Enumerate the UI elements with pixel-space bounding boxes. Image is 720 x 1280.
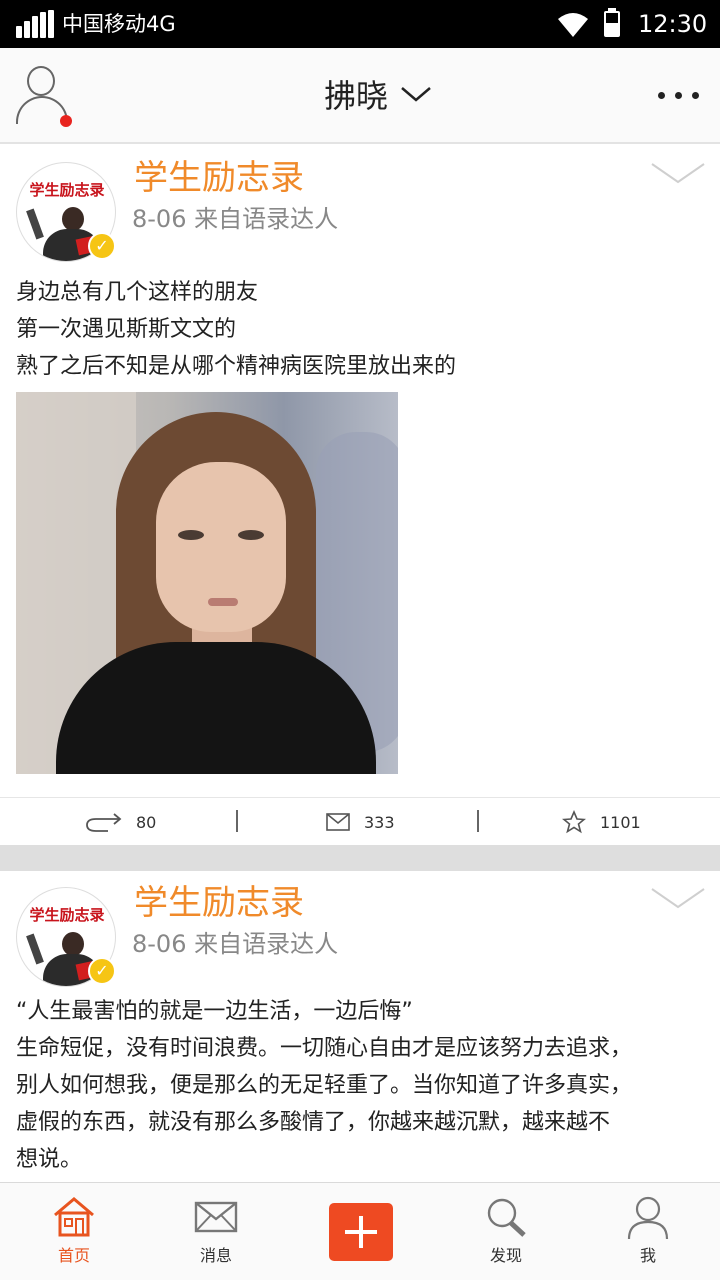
battery-icon xyxy=(604,8,620,37)
post-line: 生命短促，没有时间浪费。一切随心自由才是应该努力去追求， xyxy=(16,1036,633,1061)
nav-discover[interactable]: 发现 xyxy=(456,1183,556,1280)
comment-count: 333 xyxy=(364,812,395,832)
user-icon xyxy=(627,1196,669,1239)
status-time: 12:30 xyxy=(638,10,708,38)
profile-icon[interactable] xyxy=(14,62,72,128)
top-header: 拂晓 xyxy=(0,48,720,144)
like-button[interactable]: 1101 xyxy=(562,798,641,846)
nav-discover-label: 发现 xyxy=(489,1246,522,1265)
divider xyxy=(236,810,238,832)
post-line: 虚假的东西，就没有那么多酸情了，你越来越沉默，越来越不 xyxy=(16,1110,611,1135)
chevron-down-icon[interactable] xyxy=(400,84,432,104)
chevron-down-icon[interactable] xyxy=(650,885,706,911)
post-meta: 8-06 来自语录达人 xyxy=(132,205,339,233)
post-image[interactable] xyxy=(16,392,398,774)
nav-messages[interactable]: 消息 xyxy=(166,1183,266,1280)
post-meta: 8-06 来自语录达人 xyxy=(132,930,339,958)
more-icon[interactable] xyxy=(656,92,702,100)
star-icon xyxy=(562,810,586,834)
carrier-name: 中国移动4G xyxy=(62,12,176,36)
repost-button[interactable]: 80 xyxy=(84,798,156,846)
nav-me[interactable]: 我 xyxy=(598,1183,698,1280)
bottom-nav: 首页 消息 发现 我 xyxy=(0,1182,720,1280)
post-text: “人生最害怕的就是一边生活，一边后悔” 生命短促，没有时间浪费。一切随心自由才是… xyxy=(16,993,706,1178)
comment-icon xyxy=(326,813,350,831)
comment-button[interactable]: 333 xyxy=(326,798,395,846)
nav-me-label: 我 xyxy=(639,1246,656,1265)
post-actions: 80 333 1101 xyxy=(0,797,720,845)
post-line: 想说。 xyxy=(16,1147,83,1172)
feed-divider xyxy=(0,845,720,871)
like-count: 1101 xyxy=(600,812,641,832)
mail-icon xyxy=(194,1201,238,1233)
group-title[interactable]: 拂晓 xyxy=(324,76,388,116)
status-bar: 中国移动4G 12:30 xyxy=(0,0,720,48)
verified-icon: ✓ xyxy=(88,232,116,260)
post-card[interactable]: 学生励志录 ✓ 学生励志录 8-06 来自语录达人 “人生最害怕的就是一边生活，… xyxy=(0,871,720,1182)
nav-home[interactable]: 首页 xyxy=(24,1183,124,1280)
post-line: 别人如何想我，便是那么的无足轻重了。当你知道了许多真实， xyxy=(16,1073,633,1098)
notification-dot xyxy=(60,115,72,127)
plus-icon[interactable] xyxy=(329,1203,393,1261)
post-quote: “人生最害怕的就是一边生活，一边后悔” xyxy=(16,999,413,1024)
search-icon xyxy=(487,1198,526,1237)
nav-home-label: 首页 xyxy=(57,1246,90,1265)
signal-icon xyxy=(16,10,54,38)
author-name[interactable]: 学生励志录 xyxy=(134,158,304,198)
home-icon xyxy=(54,1197,94,1237)
verified-icon: ✓ xyxy=(88,957,116,985)
divider xyxy=(477,810,479,832)
chevron-down-icon[interactable] xyxy=(650,160,706,186)
nav-messages-label: 消息 xyxy=(199,1246,232,1265)
post-line: 熟了之后不知是从哪个精神病医院里放出来的 xyxy=(16,354,457,379)
author-name[interactable]: 学生励志录 xyxy=(134,883,304,923)
wifi-icon xyxy=(558,13,588,37)
repost-count: 80 xyxy=(136,812,157,832)
repost-icon xyxy=(86,813,122,832)
post-line: 身边总有几个这样的朋友 xyxy=(16,280,259,305)
post-line: 第一次遇见斯斯文文的 xyxy=(16,317,237,342)
post-text: 身边总有几个这样的朋友 第一次遇见斯斯文文的 熟了之后不知是从哪个精神病医院里放… xyxy=(16,274,706,385)
